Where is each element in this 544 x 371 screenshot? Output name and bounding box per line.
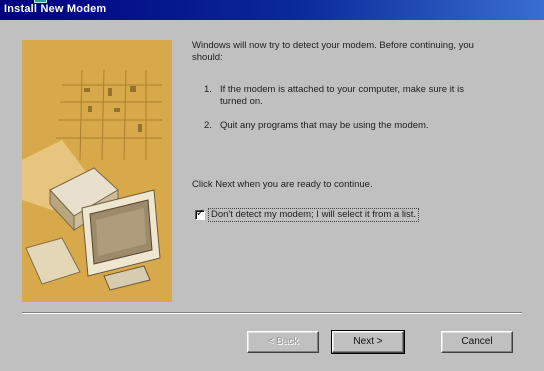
continue-instruction: Click Next when you are ready to continu… [192,179,373,190]
wizard-illustration [22,40,172,302]
step-text: If the modem is attached to your compute… [220,84,464,107]
step-number: 2. [204,120,212,131]
dont-detect-modem-checkbox[interactable]: ✓ [195,208,205,220]
dont-detect-modem-option[interactable]: ✓ Don't detect my modem; I will select i… [192,208,492,224]
step-text: Quit any programs that may be using the … [220,120,429,131]
dont-detect-modem-label[interactable]: Don't detect my modem; I will select it … [208,208,420,222]
step-number: 1. [204,84,212,95]
intro-text: Windows will now try to detect your mode… [192,40,474,63]
title-bar[interactable]: Install New Modem [0,0,544,20]
next-button[interactable]: Next > [331,330,405,354]
computer-illustration-icon [22,40,172,302]
checkmark-icon: ✓ [196,208,205,219]
window-title: Install New Modem [4,3,107,15]
install-new-modem-dialog: Install New Modem Windows will now try t… [0,0,544,371]
back-button[interactable]: < Back [247,331,319,353]
system-menu-icon[interactable] [34,0,47,3]
cancel-button[interactable]: Cancel [441,331,513,353]
separator-line [22,312,522,314]
